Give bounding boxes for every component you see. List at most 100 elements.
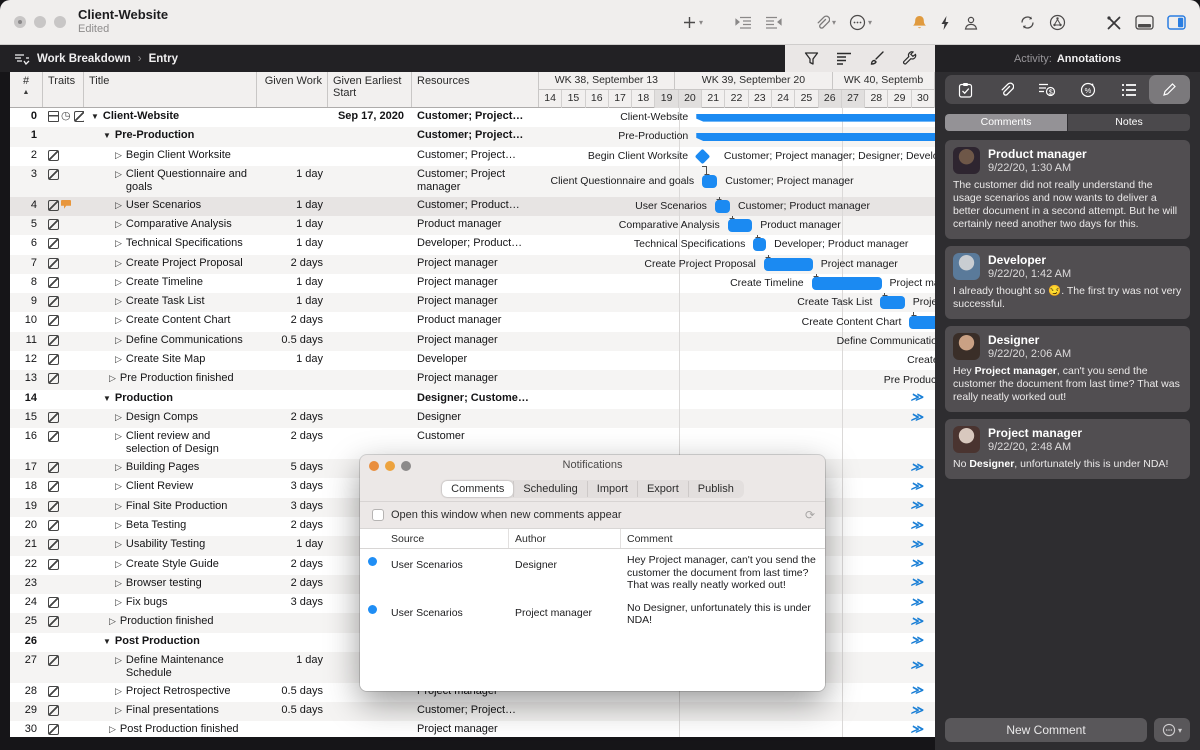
annotations-pencil-icon[interactable] <box>1149 75 1190 104</box>
row-title-cell[interactable]: ▷ Pre Production finished <box>84 370 257 389</box>
row-title-cell[interactable]: ▷ Technical Specifications <box>84 235 257 254</box>
row-title-cell[interactable]: ▷ Final presentations <box>84 702 257 721</box>
comment-card[interactable]: Project manager 9/22/20, 2:48 AM No Desi… <box>945 419 1190 479</box>
open-window-checkbox[interactable] <box>372 509 384 521</box>
disclosure-triangle[interactable]: ▷ <box>115 334 122 349</box>
gantt-timeline-header[interactable]: WK 38, September 13WK 39, September 20WK… <box>539 72 935 107</box>
disclosure-triangle[interactable]: ▷ <box>115 500 122 515</box>
disclosure-triangle[interactable]: ▷ <box>115 577 122 592</box>
attach-button[interactable]: ▾ <box>814 15 836 31</box>
gantt-row[interactable]: ≫ <box>539 409 935 428</box>
table-row[interactable]: 10 ▷ Create Content Chart 2 days Product… <box>10 312 935 331</box>
disclosure-triangle[interactable]: ▷ <box>115 411 122 426</box>
table-row[interactable]: 15 ▷ Design Comps 2 days Designer ≫ <box>10 409 935 428</box>
table-row[interactable]: 8 ▷ Create Timeline 1 day Project manage… <box>10 274 935 293</box>
filter-icon[interactable] <box>804 51 819 66</box>
gantt-row[interactable]: Create TimelineProject manager <box>539 274 935 293</box>
disclosure-triangle[interactable]: ▷ <box>115 314 122 329</box>
column-author[interactable]: Author <box>509 529 621 548</box>
disclosure-triangle[interactable]: ▷ <box>115 654 122 681</box>
minimize-button[interactable] <box>34 16 46 28</box>
notification-row[interactable]: User Scenarios Designer Hey Project mana… <box>360 549 825 597</box>
table-row[interactable]: 9 ▷ Create Task List 1 day Project manag… <box>10 293 935 312</box>
disclosure-triangle[interactable]: ▷ <box>115 353 122 368</box>
gantt-task-bar[interactable] <box>702 175 717 188</box>
dialog-tab-import[interactable]: Import <box>587 481 637 497</box>
gantt-row[interactable]: Client-Website <box>539 108 935 127</box>
row-title-cell[interactable]: ▷ Create Timeline <box>84 274 257 293</box>
row-title-cell[interactable]: ▷ Design Comps <box>84 409 257 428</box>
offscreen-bar-marker[interactable]: ≫ <box>910 499 923 512</box>
gantt-row[interactable]: Create Task ListProject manager <box>539 293 935 312</box>
column-header-title[interactable]: Title <box>84 72 257 107</box>
row-title-cell[interactable]: ▷ Client review and selection of Design <box>84 428 257 459</box>
progress-clock-icon[interactable]: % <box>1067 75 1108 104</box>
gantt-row[interactable]: Create Project ProposalProject manager <box>539 255 935 274</box>
column-header-traits[interactable]: Traits <box>43 72 84 107</box>
dialog-minimize-button[interactable] <box>385 461 395 471</box>
gantt-summary-bar[interactable] <box>696 114 935 122</box>
gantt-task-bar[interactable] <box>715 200 730 213</box>
table-row[interactable]: 30 ▷ Post Production finished Project ma… <box>10 721 935 737</box>
table-row[interactable]: 2 ▷ Begin Client Worksite Customer; Proj… <box>10 147 935 166</box>
row-title-cell[interactable]: ▷ Create Project Proposal <box>84 255 257 274</box>
row-title-cell[interactable]: ▷ Client Review <box>84 478 257 497</box>
comment-more-button[interactable]: ▾ <box>1154 718 1190 742</box>
row-title-cell[interactable]: ▷ Browser testing <box>84 575 257 594</box>
comment-card[interactable]: Designer 9/22/20, 2:06 AM Hey Project ma… <box>945 326 1190 412</box>
window-controls[interactable] <box>14 16 66 28</box>
gantt-row[interactable]: Client Questionnaire and goalsCustomer; … <box>539 166 935 197</box>
row-title-cell[interactable]: ▷ Final Site Production <box>84 498 257 517</box>
dialog-tab-export[interactable]: Export <box>637 481 688 497</box>
row-title-cell[interactable]: ▷ Define Communications <box>84 332 257 351</box>
disclosure-triangle[interactable]: ▷ <box>115 218 122 233</box>
gantt-row[interactable]: Technical SpecificationsDeveloper; Produ… <box>539 235 935 254</box>
row-title-cell[interactable]: ▷ Building Pages <box>84 459 257 478</box>
table-row[interactable]: 12 ▷ Create Site Map 1 day Developer Cre… <box>10 351 935 370</box>
gantt-task-bar[interactable] <box>812 277 882 290</box>
disclosure-triangle[interactable]: ▼ <box>103 635 111 650</box>
table-row[interactable]: 0 ◷ ▼ Client-Website Sep 17, 2020 Custom… <box>10 108 935 127</box>
breadcrumb-view[interactable]: Work Breakdown <box>37 53 131 65</box>
offscreen-bar-marker[interactable]: ≫ <box>910 557 923 570</box>
disclosure-triangle[interactable]: ▷ <box>115 295 122 310</box>
gantt-task-bar[interactable] <box>753 238 766 251</box>
gantt-row[interactable]: User ScenariosCustomer; Product manager <box>539 197 935 216</box>
gantt-row[interactable]: ≫ <box>539 702 935 721</box>
row-title-cell[interactable]: ▷ Define Maintenance Schedule <box>84 652 257 683</box>
notifications-bell-icon[interactable] <box>912 15 927 31</box>
network-icon[interactable] <box>1049 14 1066 31</box>
offscreen-bar-marker[interactable]: ≫ <box>910 634 923 647</box>
gantt-row[interactable]: ≫ <box>539 721 935 737</box>
gantt-row[interactable]: ≫ <box>539 390 935 409</box>
row-title-cell[interactable]: ▷ Create Task List <box>84 293 257 312</box>
column-source[interactable]: Source <box>385 529 509 548</box>
gantt-row[interactable]: Create Content Chart <box>539 312 935 331</box>
disclosure-triangle[interactable]: ▷ <box>115 685 122 700</box>
row-title-cell[interactable]: ▷ User Scenarios <box>84 197 257 216</box>
comment-card[interactable]: Product manager 9/22/20, 1:30 AM The cus… <box>945 140 1190 239</box>
disclosure-triangle[interactable]: ▷ <box>115 461 122 476</box>
column-header-given-work[interactable]: Given Work <box>257 72 328 107</box>
table-row[interactable]: 1 ▼ Pre-Production Customer; Project… Pr… <box>10 127 935 146</box>
more-actions-button[interactable]: ▾ <box>849 14 872 31</box>
bottom-panel-toggle[interactable] <box>1135 15 1154 30</box>
close-button[interactable] <box>14 16 26 28</box>
costs-list-icon[interactable]: $ <box>1027 75 1068 104</box>
row-title-cell[interactable]: ▷ Create Site Map <box>84 351 257 370</box>
view-settings-wrench-icon[interactable] <box>902 51 917 66</box>
zoom-button[interactable] <box>54 16 66 28</box>
table-row[interactable]: 6 ▷ Technical Specifications 1 day Devel… <box>10 235 935 254</box>
disclosure-triangle[interactable]: ▼ <box>103 392 111 407</box>
notification-row[interactable]: User Scenarios Project manager No Design… <box>360 597 825 632</box>
dialog-tab-scheduling[interactable]: Scheduling <box>513 481 586 497</box>
gantt-task-bar[interactable] <box>909 316 935 329</box>
gantt-task-bar[interactable] <box>728 219 752 232</box>
right-panel-toggle-active[interactable] <box>1167 15 1186 30</box>
offscreen-bar-marker[interactable]: ≫ <box>910 704 923 717</box>
disclosure-triangle[interactable]: ▷ <box>115 168 122 195</box>
gantt-row[interactable]: Begin Client WorksiteCustomer; Project m… <box>539 147 935 166</box>
disclosure-triangle[interactable]: ▷ <box>115 596 122 611</box>
row-title-cell[interactable]: ▷ Beta Testing <box>84 517 257 536</box>
offscreen-bar-marker[interactable]: ≫ <box>910 596 923 609</box>
